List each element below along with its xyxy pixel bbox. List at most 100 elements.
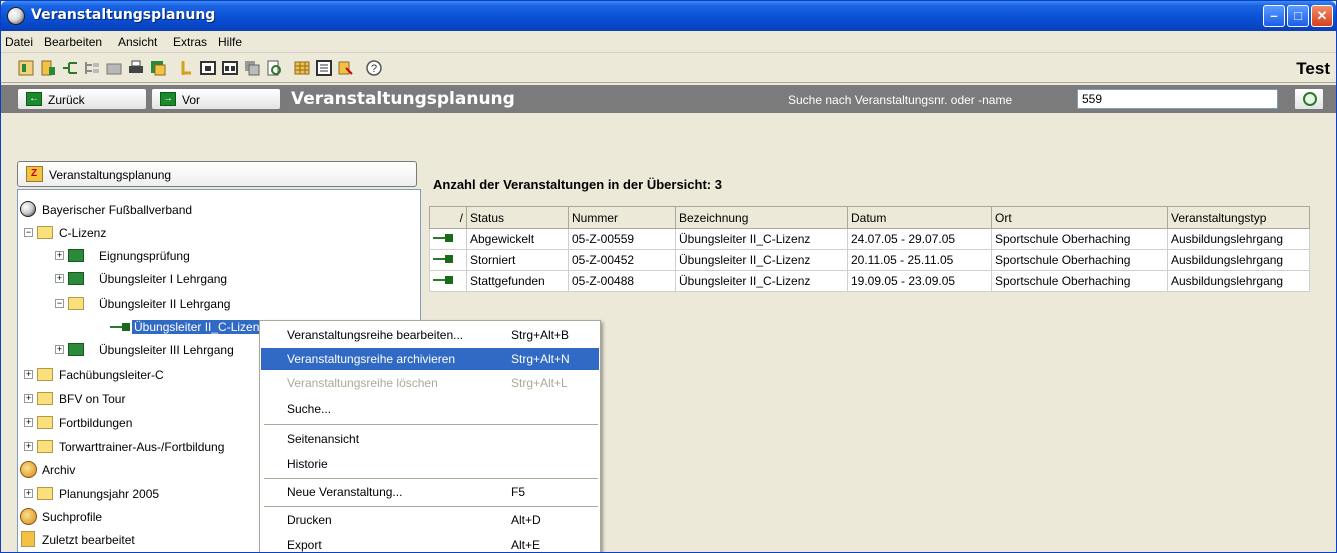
expand-icon[interactable]: + [24, 442, 33, 451]
folder-icon[interactable] [105, 59, 123, 77]
form-icon[interactable] [315, 59, 333, 77]
menu-item-drucken[interactable]: Drucken Alt+D [261, 509, 599, 531]
menu-hilfe[interactable]: Hilfe [218, 35, 242, 49]
print-icon[interactable] [127, 59, 145, 77]
folder-icon [37, 487, 53, 500]
menu-item-archivieren[interactable]: Veranstaltungsreihe archivieren Strg+Alt… [261, 348, 599, 370]
menu-item-loeschen: Veranstaltungsreihe löschen Strg+Alt+L [287, 376, 568, 390]
column-header-datum[interactable]: Datum [847, 206, 992, 229]
cell-ort: Sportschule Oberhaching [991, 228, 1168, 250]
add-subitem-icon[interactable] [61, 59, 79, 77]
expand-icon[interactable]: + [55, 274, 64, 283]
folder-icon [37, 368, 53, 381]
cell-nummer: 05-Z-00559 [568, 228, 676, 250]
menu-extras[interactable]: Extras [173, 35, 207, 49]
cell-nummer: 05-Z-00452 [568, 249, 676, 271]
nav-bar: ← Zurück → Vor Veranstaltungsplanung Suc… [1, 85, 1336, 113]
search-icon [1303, 92, 1317, 106]
menu-item-suche[interactable]: Suche... [261, 398, 599, 420]
window-title: Veranstaltungsplanung [31, 7, 216, 23]
folder-icon [68, 249, 84, 262]
cell-ort: Sportschule Oberhaching [991, 249, 1168, 271]
menu-item-bearbeiten[interactable]: Veranstaltungsreihe bearbeiten... Strg+A… [261, 324, 599, 346]
menu-item-export[interactable]: Export Alt+E [261, 534, 599, 552]
menu-item-neue-veranstaltung[interactable]: Neue Veranstaltung... F5 [261, 481, 599, 503]
tree-header-button[interactable]: Veranstaltungsplanung [17, 161, 417, 187]
svg-text:?: ? [371, 63, 377, 75]
cell-datum: 24.07.05 - 29.07.05 [847, 228, 992, 250]
folder-icon [37, 440, 53, 453]
table-row[interactable]: Storniert 05-Z-00452 Übungsleiter II_C-L… [429, 249, 1310, 271]
expand-icon[interactable]: + [24, 489, 33, 498]
preview-icon[interactable] [265, 59, 283, 77]
table-icon[interactable] [293, 59, 311, 77]
column-header-status[interactable]: Status [466, 206, 569, 229]
cell-ort: Sportschule Oberhaching [991, 270, 1168, 292]
brand-label: Test [1296, 59, 1330, 78]
menu-separator [264, 506, 598, 507]
calendar-week-icon[interactable] [221, 59, 239, 77]
menu-datei[interactable]: Datei [5, 35, 33, 49]
folder-icon [68, 272, 84, 285]
new-series-icon[interactable] [17, 59, 35, 77]
column-header-ort[interactable]: Ort [991, 206, 1168, 229]
events-table: / Status Nummer Bezeichnung Datum Ort Ve… [429, 206, 1310, 292]
collapse-icon[interactable]: − [55, 299, 64, 308]
menu-item-seitenansicht[interactable]: Seitenansicht [261, 428, 599, 450]
tree-icon[interactable] [83, 59, 101, 77]
status-connector-icon [433, 254, 455, 264]
back-button[interactable]: ← Zurück [17, 88, 147, 110]
status-connector-icon [433, 275, 455, 285]
cell-bezeichnung: Übungsleiter II_C-Lizenz [675, 249, 848, 271]
table-row[interactable]: Abgewickelt 05-Z-00559 Übungsleiter II_C… [429, 228, 1310, 250]
expand-icon[interactable]: + [55, 251, 64, 260]
export-icon[interactable] [337, 59, 355, 77]
forward-label: Vor [182, 93, 201, 107]
menu-ansicht[interactable]: Ansicht [118, 35, 157, 49]
context-menu: Veranstaltungsreihe bearbeiten... Strg+A… [259, 320, 601, 552]
table-header-row: / Status Nummer Bezeichnung Datum Ort Ve… [429, 206, 1310, 229]
cell-status: Abgewickelt [466, 228, 569, 250]
forward-button[interactable]: → Vor [151, 88, 281, 110]
tree-header-label: Veranstaltungsplanung [49, 168, 172, 182]
minimize-button[interactable]: – [1263, 5, 1285, 27]
search-label: Suche nach Veranstaltungsnr. oder -name [788, 93, 1013, 107]
folder-open-icon [37, 226, 53, 239]
table-row[interactable]: Stattgefunden 05-Z-00488 Übungsleiter II… [429, 270, 1310, 292]
expand-icon[interactable]: + [55, 345, 64, 354]
column-header-nummer[interactable]: Nummer [568, 206, 676, 229]
expand-icon[interactable]: + [24, 370, 33, 379]
menu-separator [264, 424, 598, 425]
arrow-left-icon: ← [26, 92, 42, 106]
copy-icon[interactable] [243, 59, 261, 77]
settings-icon[interactable] [149, 59, 167, 77]
expand-icon[interactable]: + [24, 394, 33, 403]
flag-icon[interactable] [177, 59, 195, 77]
collapse-icon[interactable]: − [24, 228, 33, 237]
column-header-sort[interactable]: / [429, 206, 467, 229]
planning-icon [26, 166, 43, 182]
column-header-bezeichnung[interactable]: Bezeichnung [675, 206, 848, 229]
cell-status: Stattgefunden [466, 270, 569, 292]
cell-typ: Ausbildungslehrgang [1167, 228, 1310, 250]
menu-bearbeiten[interactable]: Bearbeiten [44, 35, 102, 49]
archive-icon [20, 461, 37, 478]
menu-item-historie[interactable]: Historie [261, 453, 599, 475]
help-icon[interactable]: ? [365, 59, 383, 77]
expand-icon[interactable]: + [24, 418, 33, 427]
search-button[interactable] [1294, 88, 1324, 110]
column-header-veranstaltungstyp[interactable]: Veranstaltungstyp [1167, 206, 1310, 229]
calendar-icon[interactable] [199, 59, 217, 77]
new-document-icon[interactable] [39, 59, 57, 77]
app-icon [7, 7, 25, 25]
search-input[interactable] [1077, 89, 1278, 109]
cell-status: Storniert [466, 249, 569, 271]
search-profile-icon [20, 508, 37, 525]
close-button[interactable]: ✕ [1311, 5, 1333, 27]
cell-typ: Ausbildungslehrgang [1167, 270, 1310, 292]
cell-datum: 19.09.05 - 23.09.05 [847, 270, 992, 292]
folder-icon [68, 343, 84, 356]
status-icon-cell [429, 249, 467, 271]
menu-bar: Datei Bearbeiten Ansicht Extras Hilfe [1, 31, 1336, 53]
maximize-button[interactable]: □ [1287, 5, 1309, 27]
